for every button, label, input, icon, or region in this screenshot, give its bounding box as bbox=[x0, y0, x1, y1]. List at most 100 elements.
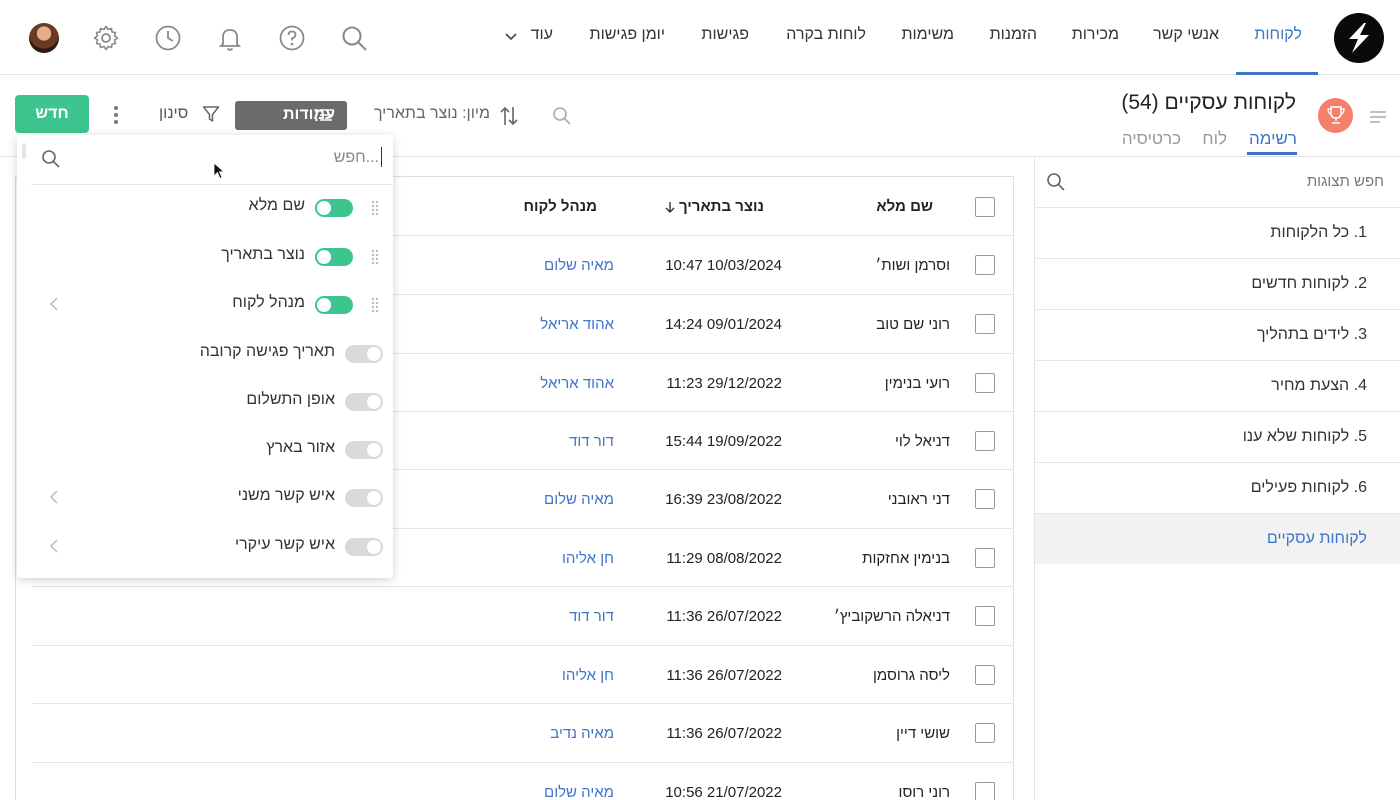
table-row[interactable]: ליסה גרוסמן 11:36 26/07/2022 חן אליהו bbox=[32, 645, 1013, 704]
cell-account-manager[interactable]: חן אליהו bbox=[562, 550, 614, 567]
cell-full-name[interactable]: דניאלה הרשקוביץ׳ bbox=[834, 608, 950, 625]
scrollbar[interactable] bbox=[22, 143, 26, 159]
row-checkbox[interactable] bbox=[975, 314, 995, 334]
sidebar-item-business-customers[interactable]: לקוחות עסקיים bbox=[1035, 513, 1400, 564]
row-checkbox[interactable] bbox=[975, 723, 995, 743]
chevron-down-icon[interactable] bbox=[504, 32, 518, 42]
cell-account-manager[interactable]: מאיה שלום bbox=[544, 257, 614, 274]
chevron-left-icon[interactable] bbox=[49, 489, 59, 505]
nav-dashboards[interactable]: לוחות בקרה bbox=[786, 26, 866, 44]
nav-meeting-calendar[interactable]: יומן פגישות bbox=[590, 26, 665, 44]
nav-meetings[interactable]: פגישות bbox=[701, 26, 749, 44]
tab-board[interactable]: לוח bbox=[1202, 129, 1227, 149]
column-toggle[interactable] bbox=[345, 345, 383, 363]
cell-account-manager[interactable]: דור דוד bbox=[569, 433, 614, 450]
column-option[interactable]: איש קשר משני bbox=[17, 474, 393, 522]
app-logo[interactable] bbox=[1334, 13, 1384, 63]
drag-handle-icon[interactable] bbox=[371, 200, 379, 216]
new-button[interactable]: חדש bbox=[15, 95, 89, 133]
columns-button[interactable]: עמודות bbox=[235, 101, 347, 130]
nav-sales[interactable]: מכירות bbox=[1072, 26, 1119, 44]
cell-full-name[interactable]: רועי בנימין bbox=[885, 375, 950, 392]
nav-orders[interactable]: הזמנות bbox=[990, 26, 1037, 44]
cell-full-name[interactable]: דני ראובני bbox=[888, 491, 950, 508]
nav-tasks[interactable]: משימות bbox=[901, 26, 954, 44]
drag-handle-icon[interactable] bbox=[371, 249, 379, 265]
row-checkbox[interactable] bbox=[975, 373, 995, 393]
table-row[interactable]: דניאלה הרשקוביץ׳ 11:36 26/07/2022 דור דו… bbox=[32, 586, 1013, 645]
cell-full-name[interactable]: דניאל לוי bbox=[895, 433, 950, 450]
views-search-input[interactable]: חפש תצוגות bbox=[1307, 173, 1384, 190]
nav-contacts[interactable]: אנשי קשר bbox=[1153, 26, 1219, 44]
column-toggle[interactable] bbox=[315, 296, 353, 314]
sort-label[interactable]: מיון: נוצר בתאריך bbox=[374, 105, 490, 123]
column-option[interactable]: תאריך פגישה קרובה bbox=[17, 330, 393, 378]
cell-account-manager[interactable]: אהוד אריאל bbox=[540, 316, 614, 333]
user-avatar[interactable] bbox=[29, 23, 59, 53]
search-icon[interactable] bbox=[340, 24, 368, 52]
hamburger-menu-icon[interactable] bbox=[1370, 110, 1386, 124]
drag-handle-icon[interactable] bbox=[371, 297, 379, 313]
column-option[interactable]: מנהל לקוח bbox=[17, 281, 393, 329]
nav-more[interactable]: עוד bbox=[531, 26, 553, 44]
select-all-checkbox[interactable] bbox=[975, 197, 995, 217]
row-checkbox[interactable] bbox=[975, 548, 995, 568]
tab-list[interactable]: רשימה bbox=[1249, 129, 1297, 149]
column-toggle[interactable] bbox=[345, 489, 383, 507]
search-icon[interactable] bbox=[1046, 172, 1066, 192]
cell-full-name[interactable]: וסרמן ושות׳ bbox=[875, 257, 950, 274]
column-header-account-manager[interactable]: מנהל לקוח bbox=[523, 198, 597, 215]
tab-cards[interactable]: כרטיסיה bbox=[1122, 129, 1181, 149]
clock-icon[interactable] bbox=[154, 24, 182, 52]
gear-icon[interactable] bbox=[92, 24, 120, 52]
row-checkbox[interactable] bbox=[975, 255, 995, 275]
row-checkbox[interactable] bbox=[975, 665, 995, 685]
columns-search-input[interactable]: חפש... bbox=[31, 135, 393, 185]
cell-full-name[interactable]: רוני שם טוב bbox=[876, 316, 950, 333]
cell-full-name[interactable]: שושי דיין bbox=[896, 725, 950, 742]
row-checkbox[interactable] bbox=[975, 782, 995, 800]
chevron-left-icon[interactable] bbox=[49, 538, 59, 554]
sidebar-item-unanswered[interactable]: 5. לקוחות שלא ענו bbox=[1035, 411, 1400, 462]
more-options-icon[interactable] bbox=[110, 104, 122, 126]
top-navigation: לקוחות אנשי קשר מכירות הזמנות משימות לוח… bbox=[0, 0, 1400, 75]
sidebar-item-leads-in-progress[interactable]: 3. לידים בתהליך bbox=[1035, 309, 1400, 360]
table-row[interactable]: רוני רוסו 10:56 21/07/2022 מאיה שלום bbox=[32, 762, 1013, 800]
row-checkbox[interactable] bbox=[975, 431, 995, 451]
column-option[interactable]: אופן התשלום bbox=[17, 378, 393, 426]
column-header-created-date[interactable]: נוצר בתאריך bbox=[661, 198, 764, 215]
cell-account-manager[interactable]: מאיה שלום bbox=[544, 784, 614, 800]
column-option[interactable]: איש קשר עיקרי bbox=[17, 523, 393, 571]
sort-icon[interactable] bbox=[500, 105, 518, 127]
column-option[interactable]: שם מלא bbox=[17, 184, 393, 232]
cell-full-name[interactable]: רוני רוסו bbox=[899, 784, 950, 800]
help-icon[interactable] bbox=[278, 24, 306, 52]
column-toggle[interactable] bbox=[315, 248, 353, 266]
cell-account-manager[interactable]: מאיה שלום bbox=[544, 491, 614, 508]
column-toggle[interactable] bbox=[315, 199, 353, 217]
sidebar-item-price-quote[interactable]: 4. הצעת מחיר bbox=[1035, 360, 1400, 411]
sidebar-item-new-customers[interactable]: 2. לקוחות חדשים bbox=[1035, 258, 1400, 309]
chevron-left-icon[interactable] bbox=[49, 296, 59, 312]
bell-icon[interactable] bbox=[216, 24, 244, 52]
row-checkbox[interactable] bbox=[975, 489, 995, 509]
sidebar-item-active-customers[interactable]: 6. לקוחות פעילים bbox=[1035, 462, 1400, 513]
sidebar-item-all-customers[interactable]: 1. כל הלקוחות bbox=[1035, 207, 1400, 258]
cell-full-name[interactable]: ליסה גרוסמן bbox=[873, 667, 950, 684]
search-icon[interactable] bbox=[552, 106, 572, 126]
cell-full-name[interactable]: בנימין אחזקות bbox=[862, 550, 950, 567]
column-toggle[interactable] bbox=[345, 538, 383, 556]
filter-button[interactable]: סינון bbox=[156, 104, 222, 126]
cell-account-manager[interactable]: אהוד אריאל bbox=[540, 375, 614, 392]
cell-account-manager[interactable]: מאיה נדיב bbox=[550, 725, 614, 742]
table-row[interactable]: שושי דיין 11:36 26/07/2022 מאיה נדיב bbox=[32, 703, 1013, 762]
cell-account-manager[interactable]: חן אליהו bbox=[562, 667, 614, 684]
column-option[interactable]: אזור בארץ bbox=[17, 426, 393, 474]
nav-customers[interactable]: לקוחות bbox=[1254, 26, 1302, 44]
column-header-full-name[interactable]: שם מלא bbox=[876, 198, 933, 215]
column-option[interactable]: נוצר בתאריך bbox=[17, 233, 393, 281]
column-toggle[interactable] bbox=[345, 393, 383, 411]
column-toggle[interactable] bbox=[345, 441, 383, 459]
cell-account-manager[interactable]: דור דוד bbox=[569, 608, 614, 625]
row-checkbox[interactable] bbox=[975, 606, 995, 626]
